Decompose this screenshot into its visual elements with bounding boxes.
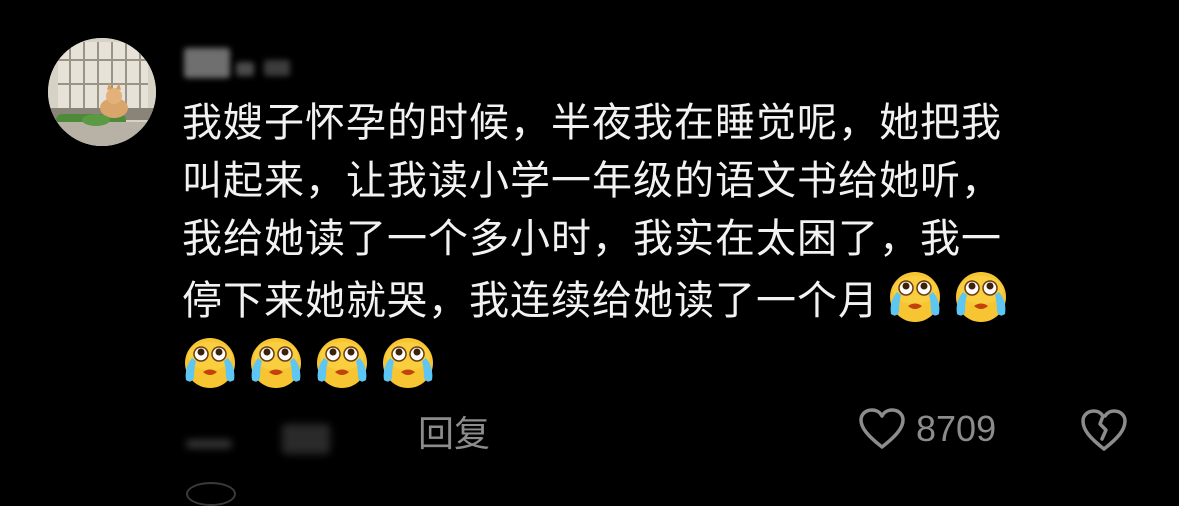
heart-outline-icon bbox=[859, 408, 905, 449]
timestamp-obscured bbox=[186, 440, 232, 448]
crying-laughing-emoji-icon bbox=[248, 334, 304, 390]
comment-line: 叫起来，让我读小学一年级的语文书给她听， bbox=[182, 158, 1002, 204]
reply-button[interactable]: 回复 bbox=[418, 405, 490, 457]
comment-line-text: 停下来她就哭，我连续给她读了一个月 bbox=[182, 278, 879, 324]
crying-laughing-emoji-icon bbox=[887, 268, 943, 324]
comment-item: 我嫂子怀孕的时候，半夜我在睡觉呢，她把我 叫起来，让我读小学一年级的语文书给她听… bbox=[0, 0, 1179, 506]
comment-line: 我给她读了一个多小时，我实在太困了，我一 bbox=[182, 216, 1002, 262]
crying-laughing-emoji-icon bbox=[953, 268, 1009, 324]
emoji-row bbox=[182, 326, 1102, 392]
comment-text: 我嫂子怀孕的时候，半夜我在睡觉呢，她把我 叫起来，让我读小学一年级的语文书给她听… bbox=[182, 94, 1102, 392]
avatar[interactable] bbox=[48, 38, 156, 146]
like-count: 8709 bbox=[916, 408, 997, 449]
cat-photo-avatar-icon bbox=[48, 38, 156, 146]
next-comment-avatar-edge bbox=[186, 482, 236, 506]
comment-line: 停下来她就哭，我连续给她读了一个月 bbox=[182, 268, 1102, 326]
dislike-button[interactable] bbox=[1080, 406, 1128, 454]
crying-laughing-emoji-icon bbox=[182, 334, 238, 390]
comment-line: 我嫂子怀孕的时候，半夜我在睡觉呢，她把我 bbox=[182, 100, 1002, 146]
like-button[interactable]: 8709 bbox=[858, 404, 996, 454]
crying-laughing-emoji-icon bbox=[380, 334, 436, 390]
crying-laughing-emoji-icon bbox=[314, 334, 370, 390]
location-obscured bbox=[282, 424, 330, 454]
broken-heart-icon bbox=[1081, 409, 1127, 451]
username-obscured[interactable] bbox=[184, 44, 299, 80]
